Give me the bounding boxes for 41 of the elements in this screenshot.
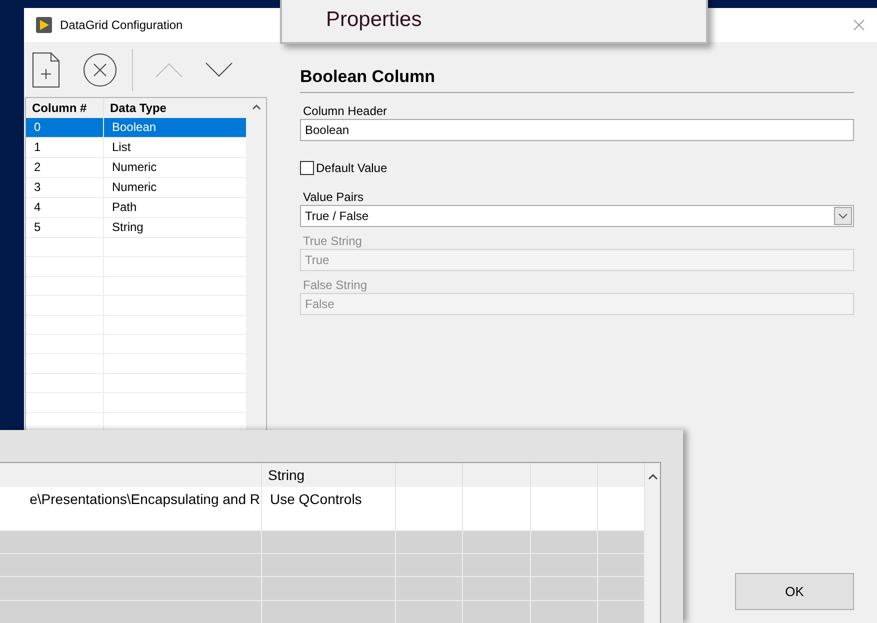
checkbox[interactable] <box>300 160 314 174</box>
table-cell-text: e\Presentations\Encapsulating and R <box>28 490 261 509</box>
checkbox-label: Default Value <box>316 160 388 176</box>
table-cell-text: Path <box>111 199 138 216</box>
table-row[interactable]: 2 Numeric <box>26 158 246 178</box>
column-header: Data Type <box>109 100 168 117</box>
field-label: True String <box>302 232 363 248</box>
close-icon[interactable] <box>853 19 865 31</box>
field-label: False String <box>302 276 368 292</box>
window-title: DataGrid Configuration <box>60 17 183 34</box>
table-row[interactable]: 5 String <box>26 218 246 238</box>
table-cell-text: Numeric <box>111 159 158 176</box>
table-cell: 1 <box>26 138 104 157</box>
ok-button[interactable]: OK <box>735 573 854 610</box>
table-cell: 0 <box>26 118 104 137</box>
table-cell-text: Boolean <box>111 119 158 136</box>
field-label: Column Header <box>302 102 388 118</box>
table-row[interactable]: 3 Numeric <box>26 178 246 198</box>
scroll-up-icon[interactable] <box>648 473 658 480</box>
table-cell-text: List <box>111 139 132 156</box>
new-file-icon[interactable] <box>32 52 60 88</box>
text-field[interactable]: Boolean <box>300 118 854 140</box>
table-cell: 3 <box>26 178 104 197</box>
scroll-up-icon[interactable] <box>252 104 260 110</box>
chevron-down-icon[interactable] <box>205 62 233 78</box>
table-cell: 5 <box>26 218 104 237</box>
table-row[interactable]: 1 List <box>26 138 246 158</box>
table-cell-text: Use QControls <box>269 490 363 509</box>
dropdown[interactable]: True / False <box>300 204 854 226</box>
field-label: Value Pairs <box>302 188 364 204</box>
table-row[interactable]: 0 Boolean <box>26 118 246 138</box>
table-cell: 4 <box>26 198 104 217</box>
column-header: String <box>267 467 306 483</box>
table-cell-text: Numeric <box>111 179 158 196</box>
section-title: Boolean Column <box>300 64 854 92</box>
menu-item[interactable]: Properties <box>326 4 422 36</box>
table-cell: 2 <box>26 158 104 177</box>
table-row[interactable]: 4 Path <box>26 198 246 218</box>
app-logo-icon <box>36 17 52 33</box>
close-circle-icon[interactable] <box>82 52 118 88</box>
table-cell-text: String <box>111 219 144 236</box>
